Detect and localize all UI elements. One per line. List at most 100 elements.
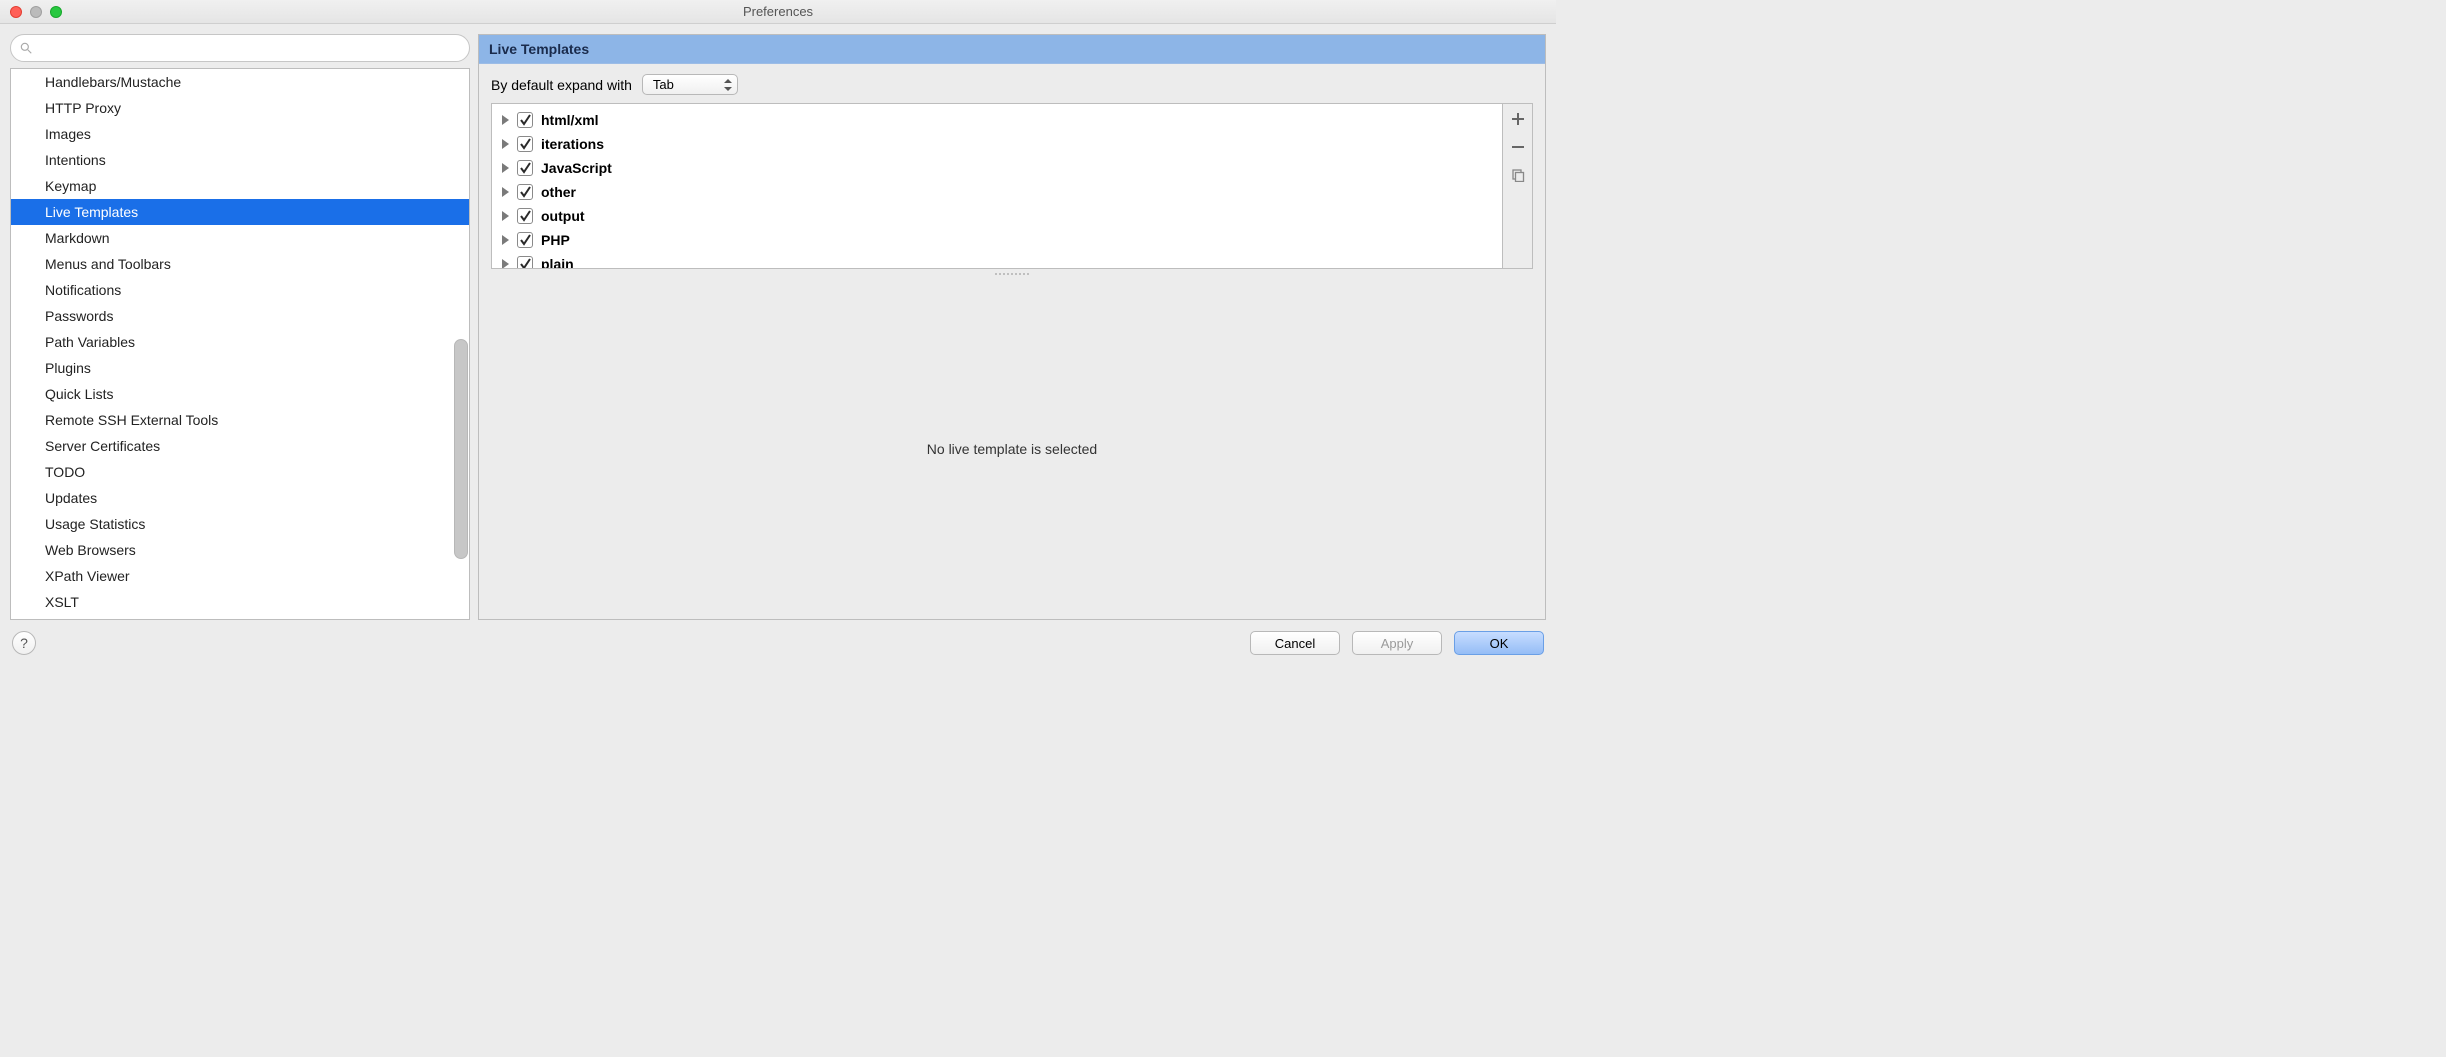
template-group-row[interactable]: output <box>492 204 1502 228</box>
template-group-checkbox[interactable] <box>517 184 533 200</box>
expand-label: By default expand with <box>491 77 632 93</box>
template-group-label: output <box>541 205 585 227</box>
ok-button[interactable]: OK <box>1454 631 1544 655</box>
expand-key-select[interactable]: Tab <box>642 74 738 95</box>
titlebar: Preferences <box>0 0 1556 24</box>
template-group-row[interactable]: other <box>492 180 1502 204</box>
sidebar-item[interactable]: Notifications <box>11 277 469 303</box>
sidebar-item-label: Menus and Toolbars <box>45 256 171 272</box>
sidebar-item-label: Plugins <box>45 360 91 376</box>
sidebar-item-label: XSLT <box>45 594 79 610</box>
window-title: Preferences <box>743 4 813 19</box>
check-icon <box>519 234 531 246</box>
template-area: html/xmliterationsJavaScriptotheroutputP… <box>491 103 1533 269</box>
template-group-checkbox[interactable] <box>517 232 533 248</box>
check-icon <box>519 114 531 126</box>
sidebar-item[interactable]: Intentions <box>11 147 469 173</box>
template-detail-pane: No live template is selected <box>479 279 1545 619</box>
close-window-button[interactable] <box>10 6 22 18</box>
template-group-label: html/xml <box>541 109 599 131</box>
sidebar-item[interactable]: Menus and Toolbars <box>11 251 469 277</box>
sidebar-item-label: Passwords <box>45 308 113 324</box>
check-icon <box>519 138 531 150</box>
sidebar-item-label: Quick Lists <box>45 386 113 402</box>
search-input[interactable] <box>39 41 461 56</box>
expand-row: By default expand with Tab <box>479 64 1545 103</box>
window-controls <box>10 6 62 18</box>
minimize-window-button[interactable] <box>30 6 42 18</box>
search-field-wrap[interactable] <box>10 34 470 62</box>
disclosure-triangle-icon[interactable] <box>502 187 509 197</box>
template-group-checkbox[interactable] <box>517 136 533 152</box>
disclosure-triangle-icon[interactable] <box>502 235 509 245</box>
check-icon <box>519 258 531 268</box>
sidebar-item-label: Handlebars/Mustache <box>45 74 181 90</box>
sidebar-item[interactable]: Path Variables <box>11 329 469 355</box>
sidebar-item[interactable]: Handlebars/Mustache <box>11 69 469 95</box>
sidebar-item-label: XPath Viewer <box>45 568 130 584</box>
sidebar-item[interactable]: Live Templates <box>11 199 469 225</box>
disclosure-triangle-icon[interactable] <box>502 163 509 173</box>
template-group-checkbox[interactable] <box>517 208 533 224</box>
template-group-checkbox[interactable] <box>517 256 533 268</box>
sidebar-item-label: Markdown <box>45 230 110 246</box>
template-tree: html/xmliterationsJavaScriptotheroutputP… <box>492 104 1502 268</box>
template-group-row[interactable]: PHP <box>492 228 1502 252</box>
template-group-checkbox[interactable] <box>517 160 533 176</box>
cancel-button[interactable]: Cancel <box>1250 631 1340 655</box>
disclosure-triangle-icon[interactable] <box>502 211 509 221</box>
template-group-label: PHP <box>541 229 570 251</box>
sidebar-item[interactable]: Passwords <box>11 303 469 329</box>
sidebar-item[interactable]: HTTP Proxy <box>11 95 469 121</box>
left-panel: Handlebars/Mustache HTTP Proxy Images Inten… <box>10 34 470 620</box>
sidebar-item[interactable]: Images <box>11 121 469 147</box>
sidebar-item[interactable]: Usage Statistics <box>11 511 469 537</box>
sidebar-item[interactable]: Markdown <box>11 225 469 251</box>
apply-button[interactable]: Apply <box>1352 631 1442 655</box>
check-icon <box>519 186 531 198</box>
template-toolbar <box>1502 104 1532 268</box>
sidebar-item[interactable]: XSLT <box>11 589 469 615</box>
sidebar-scrollbar[interactable] <box>454 339 468 559</box>
sidebar-item-label: Server Certificates <box>45 438 160 454</box>
sidebar-item[interactable]: Web Browsers <box>11 537 469 563</box>
dialog-footer: ? Cancel Apply OK <box>0 624 1556 662</box>
sidebar-item[interactable]: Quick Lists <box>11 381 469 407</box>
sidebar-item[interactable]: TODO <box>11 459 469 485</box>
template-group-label: other <box>541 181 576 203</box>
sidebar-item-label: TODO <box>45 464 85 480</box>
sidebar-item-label: Live Templates <box>45 204 138 220</box>
sidebar-item-label: HTTP Proxy <box>45 100 121 116</box>
search-icon <box>19 41 33 55</box>
empty-detail-text: No live template is selected <box>927 441 1097 457</box>
sidebar-item-label: Images <box>45 126 91 142</box>
maximize-window-button[interactable] <box>50 6 62 18</box>
sidebar-item-label: Remote SSH External Tools <box>45 412 218 428</box>
sidebar-item[interactable]: Server Certificates <box>11 433 469 459</box>
template-group-row[interactable]: JavaScript <box>492 156 1502 180</box>
help-button[interactable]: ? <box>12 631 36 655</box>
sidebar-item-label: Web Browsers <box>45 542 136 558</box>
right-panel: Live Templates By default expand with Ta… <box>478 34 1546 620</box>
sidebar-item[interactable]: Plugins <box>11 355 469 381</box>
sidebar-item[interactable]: XPath Viewer <box>11 563 469 589</box>
template-group-row[interactable]: html/xml <box>492 108 1502 132</box>
grip-icon <box>994 272 1030 276</box>
disclosure-triangle-icon[interactable] <box>502 259 509 268</box>
remove-template-button[interactable] <box>1509 138 1527 156</box>
sidebar-item-label: Keymap <box>45 178 96 194</box>
sidebar-item[interactable]: Updates <box>11 485 469 511</box>
template-group-row[interactable]: iterations <box>492 132 1502 156</box>
splitter-handle[interactable] <box>491 269 1533 279</box>
sidebar-item[interactable]: Remote SSH External Tools <box>11 407 469 433</box>
copy-template-button[interactable] <box>1509 166 1527 184</box>
add-template-button[interactable] <box>1509 110 1527 128</box>
template-group-checkbox[interactable] <box>517 112 533 128</box>
check-icon <box>519 210 531 222</box>
sidebar-item[interactable]: Keymap <box>11 173 469 199</box>
template-group-label: JavaScript <box>541 157 612 179</box>
disclosure-triangle-icon[interactable] <box>502 139 509 149</box>
template-group-row[interactable]: plain <box>492 252 1502 268</box>
disclosure-triangle-icon[interactable] <box>502 115 509 125</box>
template-group-label: plain <box>541 253 574 268</box>
